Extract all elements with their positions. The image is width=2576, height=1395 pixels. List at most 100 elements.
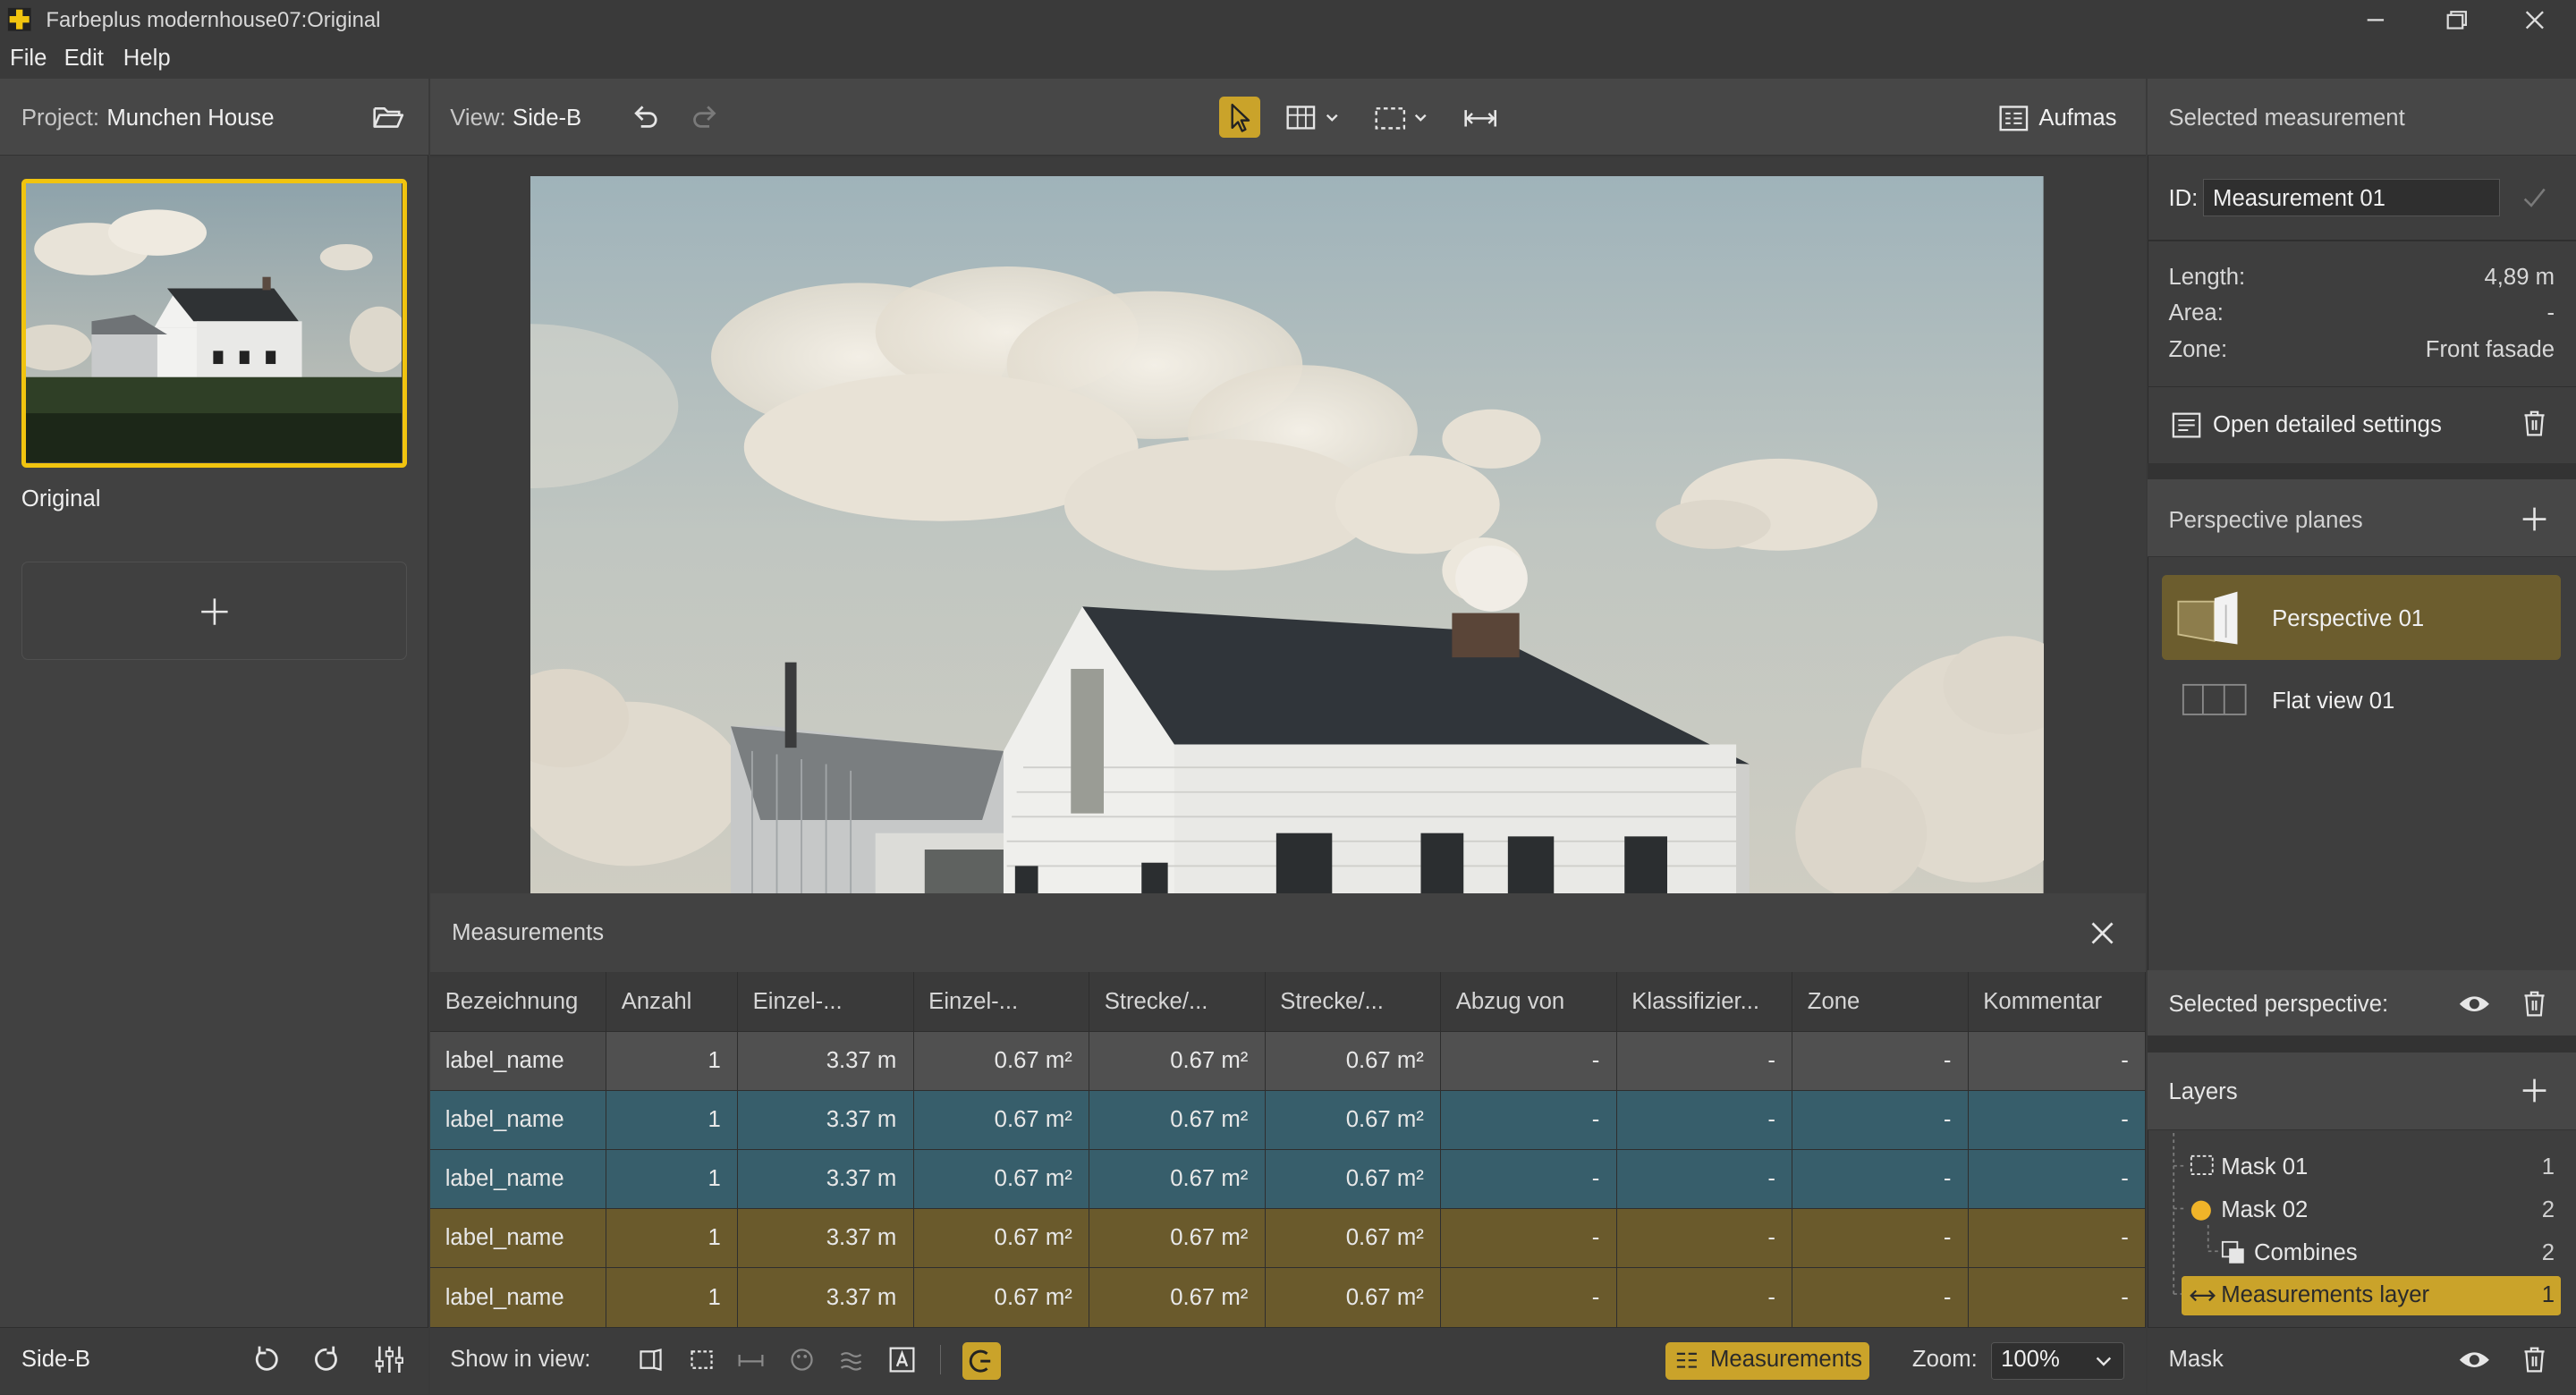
- select-tool-button[interactable]: [1218, 97, 1260, 139]
- table-cell: 1: [606, 1267, 739, 1327]
- confirm-check-icon[interactable]: [2521, 184, 2547, 210]
- table-cell: 1: [606, 1090, 739, 1150]
- texture-visibility-icon[interactable]: [836, 1345, 866, 1374]
- add-image-button[interactable]: [21, 562, 408, 661]
- table-cell: -: [1792, 1208, 1969, 1268]
- restore-icon[interactable]: [2435, 4, 2478, 37]
- table-row[interactable]: label_name 1 3.37 m 0.67 m² 0.67 m² 0.67 m² - -…: [430, 1030, 2147, 1091]
- panel-splitter[interactable]: [2147, 1036, 2576, 1053]
- table-row[interactable]: label_name 1 3.37 m 0.67 m² 0.67 m² 0.67 m² - -…: [430, 1149, 2147, 1209]
- image-thumbnail[interactable]: [21, 179, 408, 469]
- mask-footer-label: Mask: [2168, 1347, 2224, 1373]
- view-name: Side-B: [513, 105, 582, 131]
- table-cell: 0.67 m²: [1089, 1090, 1266, 1150]
- column-header[interactable]: Klassifizier...: [1616, 972, 1793, 1032]
- table-row[interactable]: label_name 1 3.37 m 0.67 m² 0.67 m² 0.67 m² - -…: [430, 1090, 2147, 1150]
- project-name: Munchen House: [106, 105, 275, 131]
- mask-visibility-eye-icon[interactable]: [2458, 1347, 2491, 1373]
- delete-measurement-icon[interactable]: [2520, 409, 2549, 438]
- table-row[interactable]: label_name 1 3.37 m 0.67 m² 0.67 m² 0.67 m² - -…: [430, 1208, 2147, 1268]
- column-header[interactable]: Bezeichnung: [430, 972, 607, 1032]
- delete-mask-icon[interactable]: [2520, 1345, 2549, 1374]
- column-header[interactable]: Zone: [1792, 972, 1969, 1032]
- column-header[interactable]: Einzel-...: [737, 972, 914, 1032]
- layer-mask-01-count: 1: [2541, 1154, 2555, 1180]
- aufmas-button[interactable]: Aufmas: [2038, 106, 2116, 131]
- house-photo[interactable]: [530, 175, 2044, 894]
- table-cell: 0.67 m²: [913, 1267, 1090, 1327]
- column-header[interactable]: Strecke/...: [1265, 972, 1442, 1032]
- table-cell: -: [1968, 1030, 2147, 1091]
- zone-value: Front fasade: [2425, 336, 2555, 362]
- close-panel-icon[interactable]: [2088, 918, 2117, 948]
- flat-view-01-label[interactable]: Flat view 01: [2272, 689, 2394, 714]
- perspective-visibility-icon[interactable]: [636, 1345, 665, 1374]
- table-cell: -: [1440, 1149, 1617, 1209]
- table-cell: -: [1968, 1208, 2147, 1268]
- perspective-planes-title: Perspective planes: [2168, 507, 2363, 533]
- menu-edit[interactable]: Edit: [64, 46, 104, 72]
- current-view-label: Side-B: [21, 1347, 91, 1373]
- column-header[interactable]: Abzug von: [1440, 972, 1617, 1032]
- minimize-icon[interactable]: [2354, 4, 2397, 37]
- rotate-right-icon[interactable]: [310, 1343, 343, 1376]
- table-cell: 0.67 m²: [1265, 1208, 1442, 1268]
- table-cell: -: [1616, 1149, 1793, 1209]
- table-cell: 0.67 m²: [1265, 1030, 1442, 1091]
- mask-visibility-icon[interactable]: [687, 1345, 716, 1374]
- panel-splitter[interactable]: [2147, 462, 2576, 480]
- table-row[interactable]: label_name 1 3.37 m 0.67 m² 0.67 m² 0.67 m² - -…: [430, 1267, 2147, 1327]
- open-detailed-settings-button[interactable]: Open detailed settings: [2213, 412, 2442, 438]
- adjustments-icon[interactable]: [373, 1343, 406, 1376]
- snap-toggle-icon[interactable]: [962, 1341, 1001, 1380]
- column-header[interactable]: Strecke/...: [1089, 972, 1266, 1032]
- length-value: 4,89 m: [2484, 264, 2555, 290]
- table-cell: 0.67 m²: [913, 1149, 1090, 1209]
- layer-combines[interactable]: Combines: [2254, 1240, 2358, 1266]
- table-cell: 3.37 m: [737, 1208, 914, 1268]
- measure-tool-icon[interactable]: [1462, 102, 1498, 135]
- add-perspective-icon[interactable]: [2520, 504, 2549, 534]
- menu-file[interactable]: File: [10, 46, 47, 72]
- project-label: Project:: [21, 105, 100, 131]
- delete-perspective-icon[interactable]: [2520, 989, 2549, 1019]
- dimension-visibility-icon[interactable]: [736, 1345, 766, 1374]
- table-cell: -: [1616, 1090, 1793, 1150]
- layer-mask-01[interactable]: Mask 01: [2221, 1154, 2308, 1180]
- table-cell: -: [1968, 1090, 2147, 1150]
- color-visibility-icon[interactable]: [787, 1345, 817, 1374]
- mask-rect-icon: [2190, 1154, 2216, 1178]
- aufmas-icon[interactable]: [1997, 102, 2030, 135]
- table-cell: 3.37 m: [737, 1090, 914, 1150]
- table-cell: 0.67 m²: [1265, 1149, 1442, 1209]
- measure-line-icon: [2188, 1284, 2217, 1307]
- text-visibility-icon[interactable]: [887, 1345, 917, 1374]
- combine-icon: [2221, 1240, 2247, 1266]
- perspective-plane-icon: [2172, 588, 2254, 647]
- selected-measurement-title: Selected measurement: [2168, 105, 2405, 131]
- add-layer-icon[interactable]: [2520, 1076, 2549, 1105]
- rotate-left-icon[interactable]: [250, 1343, 283, 1376]
- undo-icon[interactable]: [628, 100, 661, 133]
- menu-help[interactable]: Help: [123, 46, 171, 72]
- open-folder-icon[interactable]: [371, 102, 404, 131]
- table-cell: 1: [606, 1030, 739, 1091]
- table-cell: label_name: [430, 1149, 607, 1209]
- zoom-label: Zoom:: [1911, 1347, 1978, 1373]
- column-header[interactable]: Anzahl: [606, 972, 739, 1032]
- close-window-icon[interactable]: [2513, 4, 2556, 37]
- table-cell: -: [1792, 1030, 1969, 1091]
- perspective-visibility-eye-icon[interactable]: [2458, 991, 2491, 1017]
- table-cell: 1: [606, 1149, 739, 1209]
- view-label: View:: [450, 105, 506, 131]
- table-cell: 0.67 m²: [1265, 1090, 1442, 1150]
- perspective-tool-icon[interactable]: [1284, 102, 1347, 135]
- settings-sheet-icon[interactable]: [2172, 410, 2201, 440]
- layer-mask-02[interactable]: Mask 02: [2221, 1197, 2308, 1223]
- redo-icon[interactable]: [690, 100, 723, 133]
- column-header[interactable]: Kommentar: [1968, 972, 2147, 1032]
- measurements-table: Bezeichnung Anzahl Einzel-... Einzel-... Str…: [430, 972, 2147, 1327]
- menu-bar: [0, 39, 2576, 80]
- column-header[interactable]: Einzel-...: [913, 972, 1090, 1032]
- marquee-tool-icon[interactable]: [1373, 102, 1436, 135]
